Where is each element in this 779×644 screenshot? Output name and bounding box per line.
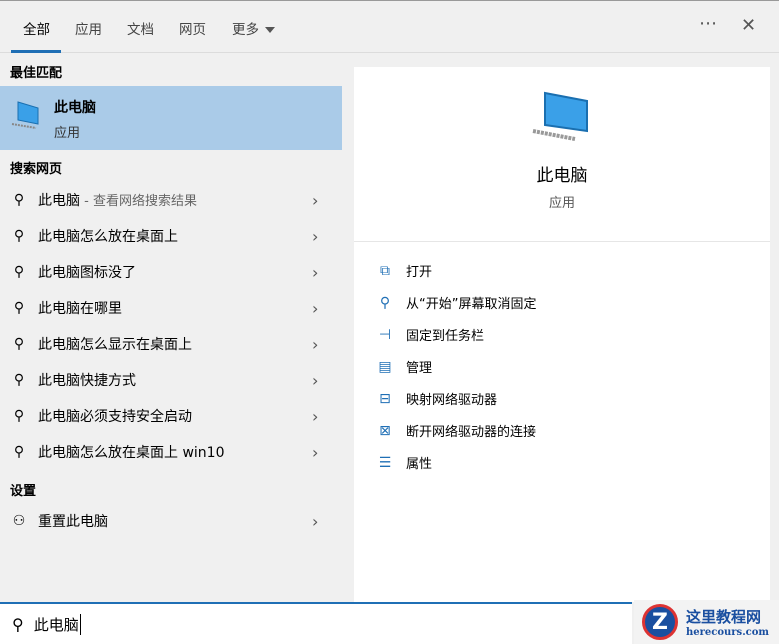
web-result[interactable]: ⚲ 此电脑怎么显示在桌面上 ›: [0, 326, 342, 362]
results-panel: 最佳匹配 此电脑 应用 搜索网页 ⚲ 此电脑 - 查看网络搜索结果 › ⚲ 此电脑怎么放…: [0, 53, 342, 602]
result-main: 此电脑快捷方式: [38, 373, 136, 389]
result-label: 此电脑在哪里: [38, 298, 312, 318]
action-label: 固定到任务栏: [406, 329, 485, 344]
result-label: 此电脑 - 查看网络搜索结果: [38, 190, 312, 210]
chevron-right-icon: ›: [312, 370, 319, 390]
detail-action[interactable]: ⚲ 从“开始”屏幕取消固定: [376, 293, 537, 313]
result-main: 此电脑怎么显示在桌面上: [38, 337, 192, 353]
chevron-right-icon: ›: [312, 226, 319, 246]
action-label: 管理: [406, 361, 433, 376]
watermark-name: 这里教程网: [686, 608, 762, 626]
action-label: 打开: [406, 265, 433, 280]
map-drive-icon: ⊟: [379, 390, 391, 407]
result-label: 此电脑必须支持安全启动: [38, 406, 312, 426]
close-icon[interactable]: ✕: [741, 15, 756, 36]
watermark-url: herecours.com: [686, 627, 770, 638]
watermark-logo: Z 这里教程网 herecours.com: [634, 600, 779, 644]
result-label: 此电脑快捷方式: [38, 370, 312, 390]
chevron-right-icon: ›: [312, 190, 319, 210]
detail-header: 此电脑 应用: [354, 67, 770, 242]
section-best-match: 最佳匹配: [10, 66, 63, 81]
result-label: 重置此电脑: [38, 514, 108, 530]
disconnect-drive-icon: ⊠: [379, 422, 391, 439]
top-bar: 全部 应用 文档 网页 更多 ⋯ ✕: [0, 0, 779, 53]
pin-icon: ⊣: [378, 326, 392, 343]
watermark-z-icon: Z: [642, 604, 678, 640]
chevron-right-icon: ›: [312, 262, 319, 282]
result-label: 此电脑怎么放在桌面上 win10: [38, 442, 312, 462]
result-main: 此电脑在哪里: [38, 301, 122, 317]
search-icon: ⚲: [13, 372, 25, 388]
tab-documents[interactable]: 文档: [127, 18, 154, 38]
person-icon: ⚇: [12, 513, 26, 529]
result-main: 此电脑必须支持安全启动: [38, 409, 192, 425]
search-box[interactable]: ⚲ 此电脑: [0, 602, 632, 644]
web-result[interactable]: ⚲ 此电脑怎么放在桌面上 win10 ›: [0, 434, 342, 470]
action-label: 映射网络驱动器: [406, 393, 498, 408]
detail-action[interactable]: ⊟ 映射网络驱动器: [376, 389, 498, 409]
detail-action[interactable]: ▤ 管理: [376, 357, 433, 377]
search-icon: ⚲: [13, 300, 25, 316]
unpin-icon: ⚲: [379, 294, 391, 311]
chevron-right-icon: ›: [312, 442, 319, 462]
web-result[interactable]: ⚲ 此电脑 - 查看网络搜索结果 ›: [0, 182, 342, 218]
tab-web[interactable]: 网页: [179, 18, 206, 38]
web-result[interactable]: ⚲ 此电脑怎么放在桌面上 ›: [0, 218, 342, 254]
search-icon: ⚲: [13, 408, 25, 424]
chevron-right-icon: ›: [312, 334, 319, 354]
result-sub: - 查看网络搜索结果: [80, 194, 197, 209]
action-label: 从“开始”屏幕取消固定: [406, 297, 537, 312]
detail-action[interactable]: ☰ 属性: [376, 453, 433, 473]
section-web: 搜索网页: [10, 162, 63, 177]
detail-action[interactable]: ⊠ 断开网络驱动器的连接: [376, 421, 537, 441]
open-icon: ⧉: [380, 262, 390, 279]
section-settings: 设置: [10, 484, 37, 499]
chevron-right-icon: ›: [312, 298, 319, 318]
detail-action[interactable]: ⊣ 固定到任务栏: [376, 325, 485, 345]
chevron-down-icon: [265, 27, 275, 33]
detail-title: 此电脑: [536, 166, 588, 186]
result-label: 此电脑怎么放在桌面上: [38, 226, 312, 246]
tab-all[interactable]: 全部: [23, 18, 50, 38]
tab-apps[interactable]: 应用: [75, 18, 102, 38]
search-icon: ⚲: [13, 228, 25, 244]
computer-large-icon: [532, 91, 588, 141]
best-match-item[interactable]: 此电脑 应用: [0, 86, 342, 150]
web-result[interactable]: ⚲ 此电脑必须支持安全启动 ›: [0, 398, 342, 434]
web-result[interactable]: ⚲ 此电脑快捷方式 ›: [0, 362, 342, 398]
result-main: 此电脑图标没了: [38, 265, 136, 281]
result-main: 此电脑怎么放在桌面上 win10: [38, 445, 225, 461]
chevron-right-icon: ›: [312, 511, 319, 531]
web-result[interactable]: ⚲ 此电脑在哪里 ›: [0, 290, 342, 326]
search-icon: ⚲: [13, 444, 25, 460]
result-main: 此电脑怎么放在桌面上: [38, 229, 178, 245]
search-icon: ⚲: [13, 264, 25, 280]
tab-more[interactable]: 更多: [232, 18, 275, 38]
result-main: 此电脑: [38, 193, 80, 209]
detail-type: 应用: [548, 196, 575, 211]
action-label: 断开网络驱动器的连接: [406, 425, 537, 440]
web-result[interactable]: ⚲ 此电脑图标没了 ›: [0, 254, 342, 290]
search-icon: ⚲: [12, 614, 24, 634]
manage-icon: ▤: [378, 358, 392, 375]
more-options-icon[interactable]: ⋯: [699, 13, 717, 34]
search-icon: ⚲: [13, 336, 25, 352]
search-input[interactable]: 此电脑: [34, 613, 81, 635]
search-icon: ⚲: [13, 192, 25, 208]
chevron-right-icon: ›: [312, 406, 319, 426]
detail-panel: 此电脑 应用 ⧉ 打开 ⚲ 从“开始”屏幕取消固定 ⊣ 固定到任务栏 ▤ 管理 ⊟ 映射网络驱动器…: [354, 67, 770, 602]
detail-action[interactable]: ⧉ 打开: [376, 261, 433, 281]
best-match-type: 应用: [54, 126, 81, 141]
tab-more-label: 更多: [232, 22, 259, 38]
result-label: 此电脑图标没了: [38, 262, 312, 282]
computer-icon: [11, 101, 39, 129]
properties-icon: ☰: [378, 454, 392, 471]
best-match-title: 此电脑: [54, 100, 96, 116]
settings-result-reset[interactable]: ⚇ 重置此电脑 ›: [0, 503, 342, 539]
result-label: 此电脑怎么显示在桌面上: [38, 334, 312, 354]
action-label: 属性: [406, 457, 433, 472]
